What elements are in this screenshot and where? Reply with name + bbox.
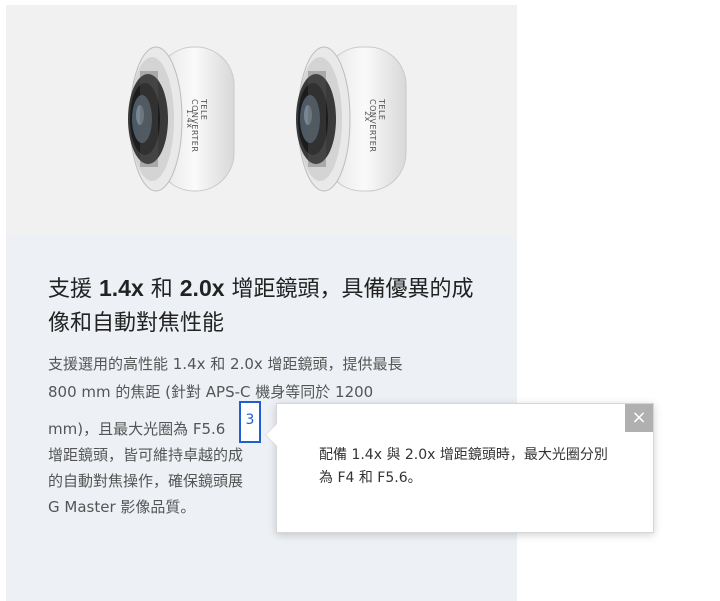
heading-bold-2-0x: 2.0x xyxy=(179,275,225,301)
heading-text: 和 xyxy=(143,277,180,302)
lens-brand-label: TELE CONVERTER xyxy=(368,99,386,153)
lens-brand-label: TELE CONVERTER xyxy=(190,99,208,153)
product-image: 1.4x TELE CONVERTER 2x TELE CONVERTER xyxy=(6,5,517,235)
heading-text: 支援 xyxy=(48,277,99,302)
popup-arrow xyxy=(266,424,277,446)
body-text-line: G Master 影像品質。 xyxy=(48,498,196,516)
body-text-line: 的自動對焦操作，確保鏡頭展 xyxy=(48,472,244,490)
close-button[interactable]: × xyxy=(625,404,653,432)
teleconverter-2x-image: 2x TELE CONVERTER xyxy=(280,41,412,201)
footnote-marker[interactable]: 3 xyxy=(239,401,261,443)
footnote-popup: × 配備 1.4x 與 2.0x 增距鏡頭時，最大光圈分別為 F4 和 F5.6… xyxy=(265,403,654,533)
body-text-line: 800 mm 的焦距 (針對 APS-C 機身等同於 1200 xyxy=(48,383,374,401)
heading-bold-1-4x: 1.4x xyxy=(99,275,144,301)
body-text-line: 支援選用的高性能 1.4x 和 2.0x 增距鏡頭，提供最長 xyxy=(48,355,403,373)
feature-heading: 支援 1.4x 和 2.0x 增距鏡頭，具備優異的成像和自動對焦性能 xyxy=(48,271,488,341)
teleconverter-1-4x-image: 1.4x TELE CONVERTER xyxy=(112,41,244,201)
body-text-line: 增距鏡頭，皆可維持卓越的成 xyxy=(48,446,244,464)
body-text-line: mm)，且最大光圈為 F5.6 xyxy=(48,420,226,438)
footnote-text: 配備 1.4x 與 2.0x 增距鏡頭時，最大光圈分別為 F4 和 F5.6。 xyxy=(319,447,608,486)
